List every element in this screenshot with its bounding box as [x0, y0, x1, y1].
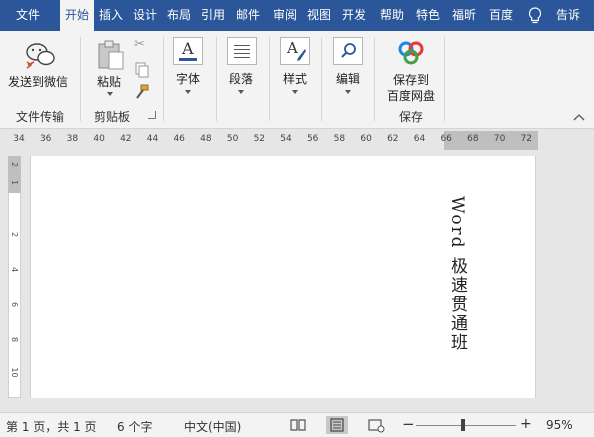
- tab-foxit[interactable]: 福昕: [448, 0, 480, 31]
- web-layout-icon[interactable]: [365, 416, 387, 434]
- paste-dropdown-caret[interactable]: [107, 92, 113, 96]
- tab-mailings[interactable]: 邮件: [232, 0, 264, 31]
- group-label-save: 保存: [399, 110, 424, 124]
- ruler-tick-label: 68: [467, 134, 479, 144]
- font-button[interactable]: 字体: [176, 70, 200, 87]
- group-separator: [444, 37, 445, 121]
- save-to-baidu-line2[interactable]: 百度网盘: [387, 87, 435, 104]
- editing-button[interactable]: 编辑: [336, 70, 360, 87]
- tab-features[interactable]: 特色: [412, 0, 444, 31]
- vertical-ruler-tick-label: 6: [10, 301, 19, 308]
- tab-help[interactable]: 帮助: [376, 0, 408, 31]
- lightbulb-icon[interactable]: [526, 6, 544, 26]
- ruler-tick-label: 38: [66, 134, 79, 144]
- tab-file[interactable]: 文件: [6, 0, 50, 31]
- zoom-in-button[interactable]: +: [520, 416, 532, 432]
- ruler-tick-label: 62: [387, 134, 399, 144]
- editing-icon[interactable]: [333, 37, 363, 65]
- ruler-tick-label: 66: [440, 134, 452, 144]
- group-separator: [321, 37, 322, 121]
- ribbon: 发送到微信 文件传输 粘贴 ✂ 剪贴板 A 字体 段落 A 样式 编辑 保存到 …: [0, 31, 594, 129]
- collapse-ribbon-icon[interactable]: [573, 113, 585, 121]
- group-separator: [80, 37, 81, 121]
- group-separator: [374, 37, 375, 121]
- send-wechat-button[interactable]: 发送到微信: [8, 73, 68, 90]
- language-indicator[interactable]: 中文(中国): [184, 418, 241, 435]
- group-label-clipboard: 剪贴板: [94, 110, 131, 124]
- wechat-icon[interactable]: [25, 41, 57, 69]
- group-separator: [269, 37, 270, 121]
- format-painter-icon[interactable]: [134, 84, 150, 100]
- vertical-ruler-tick-label: 2: [10, 231, 19, 238]
- ruler-tick-label: 46: [173, 134, 185, 144]
- font-dropdown-caret[interactable]: [185, 90, 191, 94]
- vertical-ruler-tick-label: 8: [10, 336, 19, 343]
- clipboard-dialog-launcher[interactable]: [148, 111, 156, 119]
- paste-icon[interactable]: [96, 39, 126, 71]
- tab-developer[interactable]: 开发: [338, 0, 370, 31]
- vertical-ruler-tick-label: 10: [10, 367, 19, 378]
- group-separator: [163, 37, 164, 121]
- ruler-tick-label: 42: [120, 134, 132, 144]
- zoom-slider-track[interactable]: [416, 425, 516, 426]
- document-page[interactable]: Word 极速贯通班: [30, 156, 536, 398]
- ruler-tick-label: 54: [280, 134, 292, 144]
- group-separator: [216, 37, 217, 121]
- status-bar: 第 1 页，共 1 页 6 个字 中文(中国) − + 95%: [0, 412, 594, 437]
- ruler-tick-label: 40: [93, 134, 105, 144]
- ruler-tick-label: 34: [13, 134, 25, 144]
- save-to-baidu-line1[interactable]: 保存到: [393, 71, 429, 88]
- ribbon-tab-bar: 文件 开始 插入 设计 布局 引用 邮件 审阅 视图 开发 帮助 特色 福昕 百…: [0, 0, 594, 31]
- tab-view[interactable]: 视图: [304, 0, 334, 31]
- tab-references[interactable]: 引用: [198, 0, 228, 31]
- baidu-netdisk-icon[interactable]: [396, 39, 426, 67]
- tab-design[interactable]: 设计: [130, 0, 160, 31]
- print-layout-icon[interactable]: [326, 416, 348, 434]
- vertical-scrollbar-area[interactable]: [537, 150, 594, 412]
- ruler-tick-label: 70: [493, 134, 506, 144]
- styles-icon[interactable]: A: [280, 37, 310, 65]
- cut-icon[interactable]: ✂: [134, 37, 150, 53]
- ruler-tick-label: 48: [200, 134, 212, 144]
- vertical-ruler-tick-label: 2: [10, 161, 19, 168]
- font-icon[interactable]: A: [173, 37, 203, 65]
- ruler-tick-label: 64: [413, 134, 426, 144]
- styles-button[interactable]: 样式: [283, 70, 307, 87]
- styles-dropdown-caret[interactable]: [292, 90, 298, 94]
- ruler-tick-label: 56: [306, 134, 319, 144]
- tab-review[interactable]: 审阅: [270, 0, 300, 31]
- zoom-out-button[interactable]: −: [402, 415, 415, 433]
- paste-button[interactable]: 粘贴: [97, 73, 121, 90]
- read-mode-icon[interactable]: [287, 416, 309, 434]
- editing-dropdown-caret[interactable]: [345, 90, 351, 94]
- copy-icon[interactable]: [134, 62, 150, 78]
- group-label-file-transfer: 文件传输: [16, 110, 65, 124]
- ruler-tick-label: 58: [333, 134, 346, 144]
- tab-insert[interactable]: 插入: [96, 0, 126, 31]
- word-count[interactable]: 6 个字: [117, 418, 152, 435]
- vertical-ruler-tick-label: 1: [10, 179, 19, 186]
- tab-tell-me[interactable]: 告诉: [552, 0, 594, 31]
- ruler-tick-label: 50: [226, 134, 239, 144]
- paragraph-dropdown-caret[interactable]: [238, 90, 244, 94]
- tab-baidu[interactable]: 百度: [484, 0, 518, 31]
- tab-home[interactable]: 开始: [60, 0, 94, 31]
- page-count[interactable]: 第 1 页，共 1 页: [6, 418, 97, 435]
- ruler-tick-label: 60: [360, 134, 372, 144]
- paragraph-icon[interactable]: [227, 37, 257, 65]
- vertical-ruler-tick-label: 4: [10, 266, 19, 273]
- ruler-tick-label: 52: [253, 134, 266, 144]
- tab-layout[interactable]: 布局: [164, 0, 194, 31]
- document-text[interactable]: Word 极速贯通班: [445, 196, 470, 352]
- zoom-slider-thumb[interactable]: [461, 419, 465, 431]
- paragraph-button[interactable]: 段落: [229, 70, 253, 87]
- ruler-tick-label: 44: [146, 134, 159, 144]
- zoom-level[interactable]: 95%: [546, 418, 573, 432]
- ruler-tick-label: 72: [520, 134, 533, 144]
- ruler-tick-label: 36: [39, 134, 52, 144]
